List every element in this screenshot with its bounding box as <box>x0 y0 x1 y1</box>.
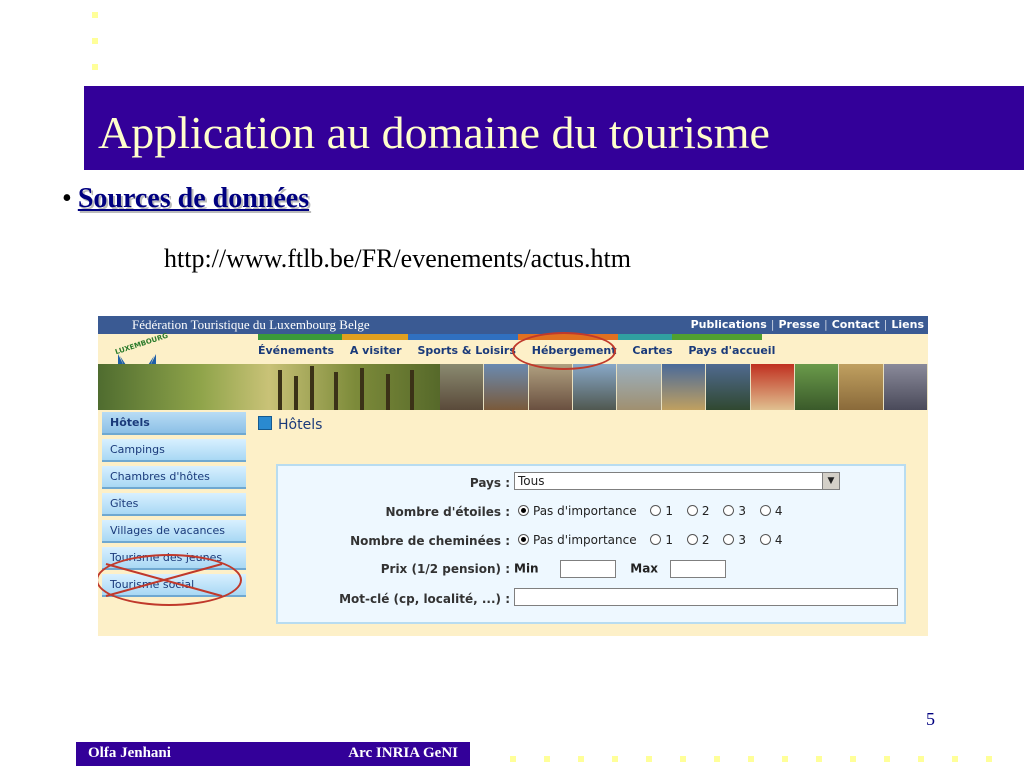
motcle-label: Mot-clé (cp, localité, ...) : <box>339 592 510 606</box>
etoiles-radio-3[interactable] <box>723 505 735 516</box>
title-bar: Application au domaine du tourisme <box>84 86 1024 170</box>
decor-dot <box>92 38 98 44</box>
section-title: Hôtels <box>278 417 323 433</box>
cheminees-radio-3[interactable] <box>723 534 735 545</box>
decor-dot <box>884 756 890 762</box>
row-prix: Prix (1/2 pension) : Min Max <box>278 558 904 580</box>
nav-pays-accueil[interactable]: Pays d'accueil <box>688 344 775 357</box>
decor-dot <box>510 756 516 762</box>
row-motcle: Mot-clé (cp, localité, ...) : <box>278 588 904 610</box>
sidebar-item-gites[interactable]: Gîtes <box>102 493 246 516</box>
decor-dot <box>816 756 822 762</box>
slide-title: Application au domaine du tourisme <box>98 107 770 158</box>
cheminees-label: Nombre de cheminées : <box>350 534 510 548</box>
radio-label: 3 <box>738 533 746 547</box>
radio-label: 4 <box>774 504 783 518</box>
square-bullet-icon <box>258 416 272 430</box>
min-label: Min <box>514 561 539 576</box>
forest-photo <box>98 364 440 410</box>
website-screenshot: Fédération Touristique du Luxembourg Bel… <box>98 316 928 636</box>
etoiles-radio-4[interactable] <box>759 505 771 516</box>
radio-label: 2 <box>701 504 710 518</box>
photo-tiles <box>440 364 928 410</box>
decor-dot <box>544 756 550 762</box>
row-etoiles: Nombre d'étoiles : Pas d'importance 1 2 … <box>278 501 904 523</box>
decor-dot <box>578 756 584 762</box>
bullet-marker: • <box>62 183 72 214</box>
cheminees-radio-2[interactable] <box>686 534 698 545</box>
decor-dot <box>680 756 686 762</box>
decor-dot <box>714 756 720 762</box>
decor-dot <box>850 756 856 762</box>
footer-author: Olfa Jenhani <box>88 745 171 761</box>
radio-label: 4 <box>774 533 783 547</box>
nav-a-visiter[interactable]: A visiter <box>350 344 402 357</box>
sidebar-item-campings[interactable]: Campings <box>102 439 246 462</box>
dropdown-arrow-icon[interactable]: ▼ <box>822 473 839 489</box>
bullet-sources: • Sources de données <box>62 183 309 215</box>
sidebar-item-chambres-hotes[interactable]: Chambres d'hôtes <box>102 466 246 489</box>
top-link-liens[interactable]: Liens <box>891 318 924 331</box>
decor-dot <box>918 756 924 762</box>
federation-name: Fédération Touristique du Luxembourg Bel… <box>132 317 370 332</box>
decor-dot <box>92 12 98 18</box>
prix-max-input[interactable] <box>669 560 726 578</box>
page-number: 5 <box>926 709 935 729</box>
decor-dot <box>646 756 652 762</box>
annotation-circle-hebergement <box>512 332 616 370</box>
decor-dot <box>748 756 754 762</box>
pays-label: Pays : <box>469 476 510 490</box>
cheminees-radio-any[interactable] <box>518 534 529 545</box>
sidebar-item-hotels[interactable]: Hôtels <box>102 412 246 435</box>
decor-dot <box>952 756 958 762</box>
etoiles-radio-any[interactable] <box>518 505 529 516</box>
site-topbar: Fédération Touristique du Luxembourg Bel… <box>98 316 928 334</box>
radio-label: Pas d'importance <box>533 504 637 518</box>
pays-selected-value: Tous <box>518 474 545 488</box>
sidebar-item-villages-vacances[interactable]: Villages de vacances <box>102 520 246 543</box>
decor-dot <box>92 64 98 70</box>
nav-evenements[interactable]: Événements <box>258 344 334 357</box>
prix-label: Prix (1/2 pension) : <box>380 562 510 576</box>
footer-bar: Olfa Jenhani Arc INRIA GeNI <box>76 742 470 766</box>
etoiles-radio-1[interactable] <box>650 505 662 516</box>
row-pays: Pays : Tous ▼ <box>278 472 904 494</box>
top-link-contact[interactable]: Contact <box>832 318 880 331</box>
radio-label: 3 <box>738 504 746 518</box>
cheminees-radio-1[interactable] <box>650 534 662 545</box>
radio-label: Pas d'importance <box>533 533 637 547</box>
max-label: Max <box>630 561 659 576</box>
etoiles-radio-2[interactable] <box>686 505 698 516</box>
source-url: http://www.ftlb.be/FR/evenements/actus.h… <box>164 244 631 273</box>
decor-dot <box>782 756 788 762</box>
etoiles-label: Nombre d'étoiles : <box>385 505 510 519</box>
motcle-input[interactable] <box>514 588 898 606</box>
bullet-label: Sources de données <box>77 183 310 214</box>
search-form: Pays : Tous ▼ Nombre d'étoiles : Pas d'im… <box>276 464 906 624</box>
row-cheminees: Nombre de cheminées : Pas d'importance 1… <box>278 530 904 552</box>
prix-min-input[interactable] <box>560 560 617 578</box>
photo-banner <box>98 364 928 410</box>
radio-label: 1 <box>665 533 674 547</box>
top-link-publications[interactable]: Publications <box>691 318 767 331</box>
nav-cartes[interactable]: Cartes <box>632 344 672 357</box>
section-heading: Hôtels <box>258 416 322 433</box>
annotation-cross-icon <box>105 563 223 597</box>
radio-label: 2 <box>701 533 710 547</box>
radio-label: 1 <box>665 504 674 518</box>
decor-dot <box>612 756 618 762</box>
top-link-presse[interactable]: Presse <box>779 318 821 331</box>
nav-sports-loisirs[interactable]: Sports & Loisirs <box>417 344 515 357</box>
top-links: Publications | Presse | Contact | Liens <box>690 318 924 331</box>
cheminees-radio-4[interactable] <box>759 534 771 545</box>
decor-dot <box>986 756 992 762</box>
footer-org: Arc INRIA GeNI <box>348 745 458 761</box>
nav-color-strip <box>258 334 762 340</box>
pays-select[interactable]: Tous ▼ <box>514 472 840 490</box>
